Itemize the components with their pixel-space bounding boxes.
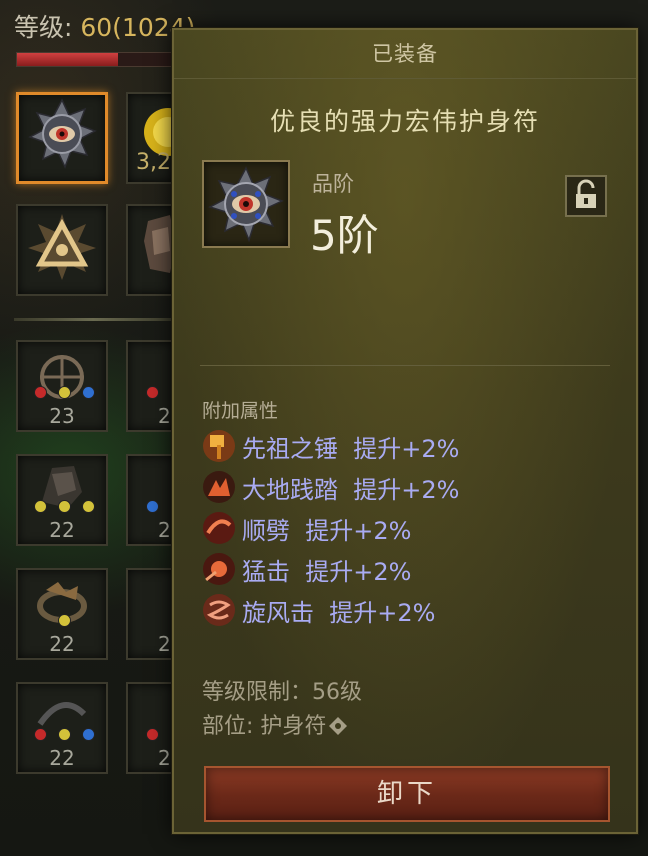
ancestral-hammer-icon [203,430,235,462]
currency-amount: 3,2 [136,150,171,175]
slot-type: 部位: 护身符 [202,708,348,740]
item-slot[interactable]: 2 [126,682,174,774]
red-gem-icon [34,728,47,741]
rank-label: 品阶 [312,172,354,196]
attribute-row: 先祖之锤 提升+2% [202,428,459,464]
attribute-text: 猛击 提升+2% [242,557,412,586]
equipped-label: 已装备 [372,42,438,66]
ground-stomp-icon [203,471,235,503]
bash-icon [203,553,235,585]
item-count: 23 [49,404,75,428]
yellow-gem-icon [58,728,71,741]
blue-gem-icon [146,500,159,513]
item-slot[interactable]: 2 [126,568,174,660]
charm-slot[interactable] [16,204,108,296]
amulet-icon [28,98,97,169]
item-slot[interactable]: 22 [16,568,108,660]
item-slot[interactable]: 22 [16,682,108,774]
item-count: 22 [49,746,75,770]
lock-toggle-button[interactable] [565,175,607,217]
tooltip-header: 已装备 [174,30,636,79]
level-label: 等级: [14,13,81,42]
level-display: 等级: 60(1024) [14,8,195,44]
item-slot[interactable]: 22 [16,454,108,546]
section-divider [200,365,610,366]
section-divider [14,318,172,321]
unequip-label: 卸下 [376,779,437,809]
item-name: 优良的强力宏伟护身符 [269,107,540,136]
yellow-gem-icon [58,614,71,627]
cleave-icon [203,512,235,544]
item-slot[interactable]: 23 [16,340,108,432]
item-tooltip-panel: 已装备 优良的强力宏伟护身符 品阶 5阶 附加属性 先祖之锤 提升+2% 大地践… [172,28,638,834]
attribute-row: 大地践踏 提升+2% [202,469,459,505]
attribute-row: 顺劈 提升+2% [202,510,411,546]
amulet-icon [208,166,284,243]
yellow-gem-icon [34,500,47,513]
yellow-gem-icon [58,386,71,399]
red-gem-icon [146,728,159,741]
item-count: 22 [49,518,75,542]
attribute-text: 先祖之锤 提升+2% [242,434,460,463]
red-gem-icon [146,386,159,399]
blue-gem-icon [82,728,95,741]
attribute-text: 旋风击 提升+2% [242,598,436,627]
item-icon-frame [202,160,290,248]
attribute-row: 猛击 提升+2% [202,551,411,587]
attributes-title: 附加属性 [202,400,279,422]
whirlwind-icon [203,594,235,626]
xp-bar [16,52,178,67]
amulet-slot-icon [329,717,348,735]
item-count: 22 [49,632,75,656]
attribute-text: 顺劈 提升+2% [242,516,412,545]
blue-gem-icon [82,386,95,399]
gear-slot[interactable] [126,204,177,296]
unlock-icon [576,179,596,208]
unequip-button[interactable]: 卸下 [204,766,610,822]
item-slot[interactable]: 2 [126,340,174,432]
xp-bar-fill [17,53,118,66]
rank-value: 5阶 [310,211,379,260]
yellow-gem-icon [82,500,95,513]
slot-type-label: 部位: 护身符 [202,714,327,739]
red-gem-icon [34,386,47,399]
item-slot[interactable]: 2 [126,454,174,546]
amulet-slot[interactable] [16,92,108,184]
yellow-gem-icon [58,500,71,513]
attribute-text: 大地践踏 提升+2% [242,475,460,504]
level-requirement: 等级限制：56级 [202,680,362,705]
attribute-row: 旋风击 提升+2% [202,592,435,628]
triangle-charm-icon [28,213,96,280]
